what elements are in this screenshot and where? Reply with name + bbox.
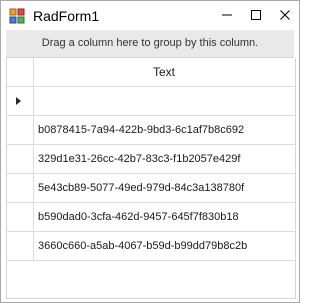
grid-cell[interactable]: 5e43cb89-5077-49ed-979d-84c3a138780f [34, 174, 294, 202]
grid-cell[interactable]: 329d1e31-26cc-42b7-83c3-f1b2057e429f [34, 145, 294, 173]
window-title: RadForm1 [33, 8, 100, 24]
maximize-button[interactable] [242, 1, 270, 30]
grid-cell[interactable]: b0878415-7a94-422b-9bd3-6c1af7b8c692 [34, 116, 294, 144]
current-row[interactable] [7, 87, 295, 116]
table-row[interactable]: b0878415-7a94-422b-9bd3-6c1af7b8c692 [7, 116, 295, 145]
app-form-icon [9, 8, 25, 24]
table-row[interactable]: 5e43cb89-5077-49ed-979d-84c3a138780f [7, 174, 295, 203]
title-bar[interactable]: RadForm1 [1, 1, 299, 30]
current-row-arrow-icon [16, 97, 21, 105]
table-row[interactable]: b590dad0-3cfa-462d-9457-645f7f830b18 [7, 203, 295, 232]
row-indicator[interactable] [7, 232, 34, 260]
grid-cell-empty[interactable] [34, 87, 294, 115]
data-grid[interactable]: Text b0878415-7a94-422b-9bd3-6c1af7b8c69… [6, 58, 296, 299]
close-icon [280, 10, 290, 20]
maximize-icon [251, 10, 261, 20]
minimize-button[interactable] [213, 1, 241, 30]
table-row[interactable]: 329d1e31-26cc-42b7-83c3-f1b2057e429f [7, 145, 295, 174]
close-button[interactable] [271, 1, 299, 30]
group-panel[interactable]: Drag a column here to group by this colu… [6, 30, 294, 58]
row-indicator[interactable] [7, 203, 34, 231]
main-window: RadForm1 Drag a column here to group by … [0, 0, 300, 303]
grid-header-row: Text [7, 58, 295, 87]
minimize-icon [222, 14, 232, 16]
header-row-indicator [7, 58, 34, 86]
group-panel-hint: Drag a column here to group by this colu… [41, 37, 259, 49]
column-header-text[interactable]: Text [34, 58, 294, 86]
table-row[interactable]: 3660c660-a5ab-4067-b59d-b99dd79b8c2b [7, 232, 295, 261]
row-indicator[interactable] [7, 116, 34, 144]
grid-cell[interactable]: 3660c660-a5ab-4067-b59d-b99dd79b8c2b [34, 232, 294, 260]
row-indicator[interactable] [7, 87, 34, 115]
row-indicator[interactable] [7, 174, 34, 202]
row-indicator[interactable] [7, 145, 34, 173]
grid-cell[interactable]: b590dad0-3cfa-462d-9457-645f7f830b18 [34, 203, 294, 231]
